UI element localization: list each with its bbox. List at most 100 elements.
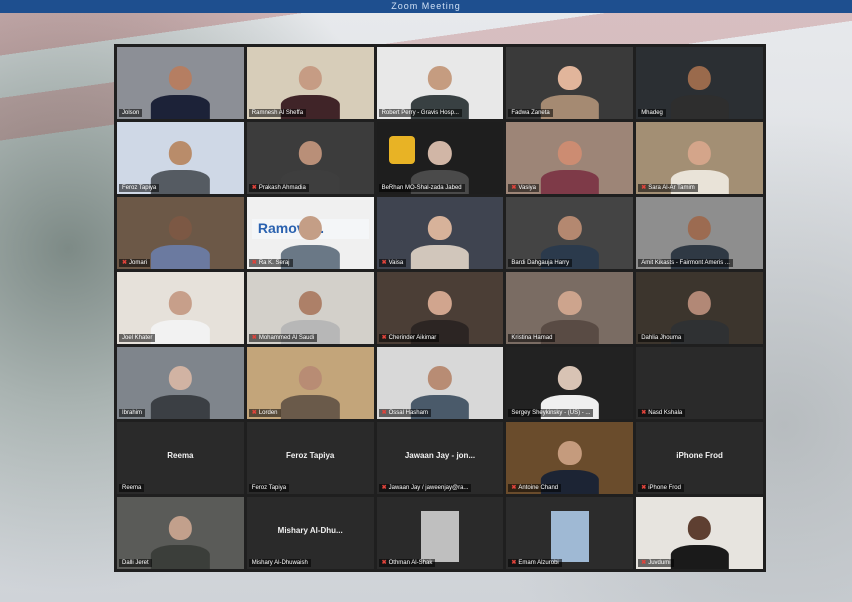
participant-name-label: Kristina Hamad — [508, 334, 556, 342]
participant-name: Amit Kikasts - Fairmont Ameris ... — [641, 260, 730, 266]
muted-mic-icon: ✖ — [251, 185, 257, 191]
participant-name-label: ✖ Cherinder Aikimar — [378, 334, 440, 342]
participant-name-label: ✖ Jawaan Jay / jaweenjay@ra... — [378, 484, 472, 492]
participant-name-label: Joel Khater — [119, 334, 156, 342]
participant-name-label: Amit Kikasts - Fairmont Ameris ... — [638, 259, 733, 267]
participant-name: Feroz Tapiya — [122, 185, 157, 191]
participant-tile[interactable]: ✖ Emam Alzurobi — [506, 497, 634, 569]
profile-picture — [420, 511, 459, 562]
person-silhouette — [281, 361, 340, 419]
participant-name: Mohammed Al Saudi — [258, 335, 315, 341]
participant-tile[interactable]: Ramnesh Al Sheffa — [246, 47, 374, 119]
person-silhouette — [670, 61, 729, 119]
participant-tile[interactable]: ✖ Mohammed Al Saudi — [246, 272, 374, 344]
participant-tile[interactable]: ✖ Cherinder Aikimar — [376, 272, 504, 344]
participant-name: Ramnesh Al Sheffa — [251, 110, 304, 116]
participant-tile[interactable]: Dahlia Jhouma — [636, 272, 763, 344]
participant-name: Jolson — [122, 110, 140, 116]
participant-tile[interactable]: Feroz Tapiya — [117, 122, 244, 194]
participant-name: iPhone Frod — [648, 485, 681, 491]
muted-mic-icon: ✖ — [122, 260, 128, 266]
participant-tile[interactable]: Mishary Al-Dhu... Mishary Al-Dhuwaish — [246, 497, 374, 569]
participant-name: Nasd Kshala — [648, 410, 683, 416]
person-silhouette — [410, 211, 470, 269]
participant-tile[interactable]: Ramoves. ✖ Ra K. Seraj — [246, 197, 374, 269]
display-name: Feroz Tapiya — [286, 450, 335, 460]
muted-mic-icon: ✖ — [251, 260, 257, 266]
participant-name-label: Dahlia Jhouma — [638, 334, 685, 342]
muted-mic-icon: ✖ — [641, 185, 647, 191]
muted-mic-icon: ✖ — [381, 560, 387, 566]
participant-tile[interactable]: Fadwa Zaneta — [506, 47, 634, 119]
participant-name: Bardi Dahgauja Harry — [511, 260, 570, 266]
title-bar: Zoom Meeting — [0, 0, 852, 13]
participant-tile[interactable]: Kristina Hamad — [506, 272, 634, 344]
gallery-view: Jolson Ramnesh Al Sheffa Robert Perry - Gr… — [114, 44, 766, 572]
participant-name-label: Feroz Tapiya — [119, 184, 160, 192]
participant-name: Emam Alzurobi — [518, 560, 559, 566]
participant-name: Robert Perry - Gravis Hosp... — [381, 110, 459, 116]
participant-name-label: ✖ Antoine Chand — [508, 484, 562, 492]
participant-name: Feroz Tapiya — [251, 485, 287, 491]
participant-name-label: ✖ Vaisa — [378, 259, 407, 267]
display-name: Reema — [167, 450, 194, 460]
person-silhouette — [151, 61, 210, 119]
participant-tile[interactable]: Sergey Sheykinsky - (US) - ... — [506, 347, 634, 419]
participant-tile[interactable]: Dalli Jeret — [117, 497, 244, 569]
participant-name-label: Mishary Al-Dhuwaish — [248, 559, 311, 567]
participant-name: Mishary Al-Dhuwaish — [251, 560, 308, 566]
participant-tile[interactable]: iPhone Frod ✖ iPhone Frod — [636, 422, 763, 494]
participant-name-label: ✖ Sara Al-Ar Tamim — [638, 184, 698, 192]
participant-tile[interactable]: ✖ Antoine Chand — [506, 422, 634, 494]
participant-tile[interactable]: Jawaan Jay - jon... ✖ Jawaan Jay / jaweenj… — [376, 422, 504, 494]
person-silhouette — [151, 286, 210, 344]
muted-mic-icon: ✖ — [381, 335, 387, 341]
participant-name: Jomari — [129, 260, 148, 266]
participant-name-label: ✖ Ra K. Seraj — [248, 259, 293, 267]
participant-name-label: ✖ iPhone Frod — [638, 484, 684, 492]
muted-mic-icon: ✖ — [511, 560, 517, 566]
participant-tile[interactable]: Bardi Dahgauja Harry — [506, 197, 634, 269]
participant-name: Sara Al-Ar Tamim — [648, 185, 695, 191]
participant-name-label: Feroz Tapiya — [248, 484, 290, 492]
participant-tile[interactable]: ✖ Vasiya — [506, 122, 634, 194]
participant-name: Vaisa — [388, 260, 404, 266]
participant-name-label: ✖ Prakash Ahmadia — [248, 184, 309, 192]
display-name: Jawaan Jay - jon... — [404, 450, 476, 460]
participant-name-label: Fadwa Zaneta — [508, 109, 553, 117]
participant-tile[interactable]: ✖ Ossal Hasham — [376, 347, 504, 419]
participant-name: Sergey Sheykinsky - (US) - ... — [511, 410, 591, 416]
participant-tile[interactable]: ✖ Vaisa — [376, 197, 504, 269]
participant-name-label: BeRhan MO-Shal-zada Jabed — [378, 184, 465, 192]
participant-tile[interactable]: ✖ Nasd Kshala — [636, 347, 763, 419]
participant-tile[interactable]: Reema Reema — [117, 422, 244, 494]
participant-name-label: ✖ Mohammed Al Saudi — [248, 334, 318, 342]
participant-tile[interactable]: Jolson — [117, 47, 244, 119]
person-silhouette — [540, 136, 599, 194]
participant-tile[interactable]: BeRhan MO-Shal-zada Jabed — [376, 122, 504, 194]
muted-mic-icon: ✖ — [641, 410, 647, 416]
participant-tile[interactable]: Feroz Tapiya Feroz Tapiya — [246, 422, 374, 494]
participant-name: Lorden — [258, 410, 278, 416]
participant-tile[interactable]: ✖ Jomari — [117, 197, 244, 269]
muted-mic-icon: ✖ — [381, 260, 387, 266]
participant-tile[interactable]: Ibrahim — [117, 347, 244, 419]
participant-tile[interactable]: Mhadeg — [636, 47, 763, 119]
participant-tile[interactable]: ✖ Othman Al-Shak — [376, 497, 504, 569]
participant-tile[interactable]: ✖ Juvdumi — [636, 497, 763, 569]
participant-tile[interactable]: ✖ Prakash Ahmadia — [246, 122, 374, 194]
participant-name: Joel Khater — [122, 335, 153, 341]
participant-name: Mhadeg — [641, 110, 663, 116]
person-silhouette — [151, 511, 210, 569]
participant-tile[interactable]: Robert Perry - Gravis Hosp... — [376, 47, 504, 119]
participant-name: Kristina Hamad — [511, 335, 553, 341]
participant-tile[interactable]: ✖ Lorden — [246, 347, 374, 419]
participant-name: Ra K. Seraj — [258, 260, 290, 266]
person-silhouette — [151, 136, 210, 194]
participant-name-label: Reema — [119, 484, 145, 492]
participant-tile[interactable]: Joel Khater — [117, 272, 244, 344]
participant-tile[interactable]: ✖ Sara Al-Ar Tamim — [636, 122, 763, 194]
participant-tile[interactable]: Amit Kikasts - Fairmont Ameris ... — [636, 197, 763, 269]
muted-mic-icon: ✖ — [251, 335, 257, 341]
participant-name: Juvdumi — [648, 560, 671, 566]
